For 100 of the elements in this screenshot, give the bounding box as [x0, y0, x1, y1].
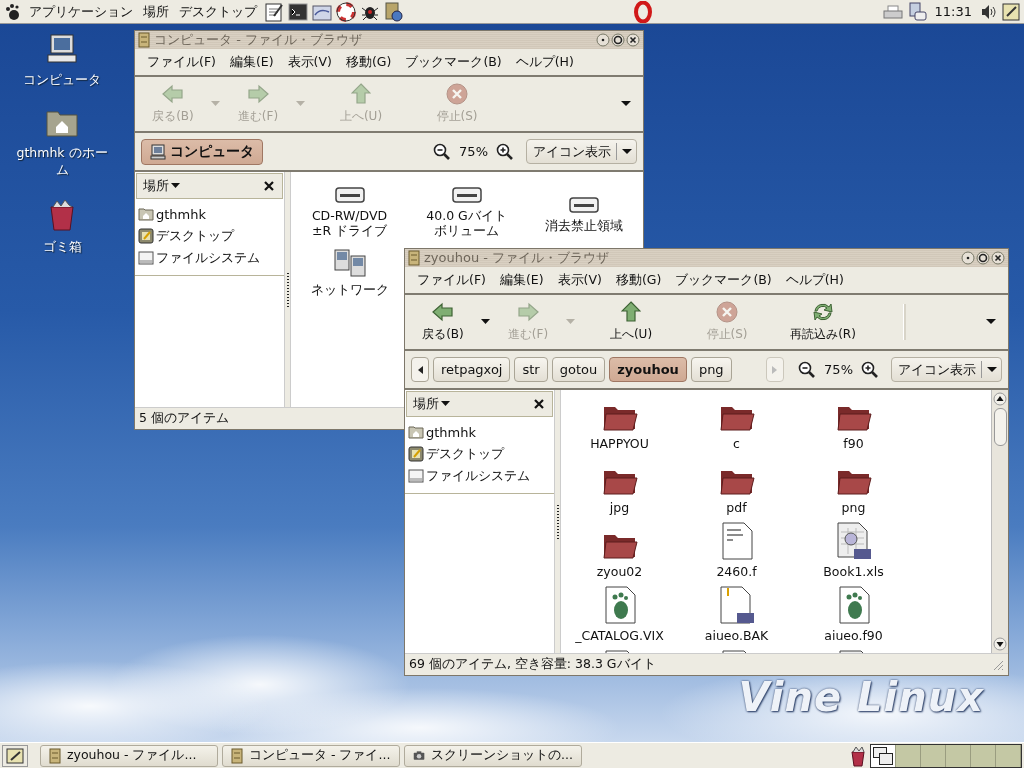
taskbar-button[interactable]: zyouhou - ファイル...	[40, 744, 218, 767]
file-item[interactable]: 2460.f	[678, 524, 795, 584]
menu-item[interactable]: 移動(G)	[339, 51, 398, 73]
sidebar-item[interactable]: ファイルシステム	[135, 247, 284, 269]
panel-menu[interactable]: 場所	[140, 0, 172, 23]
maximize-icon[interactable]	[611, 33, 625, 47]
trash-icon[interactable]	[850, 744, 866, 767]
file-item[interactable]: c	[678, 396, 795, 456]
file-item[interactable]: pdf	[678, 460, 795, 520]
notepad-icon[interactable]	[264, 1, 284, 22]
zoom-in-icon[interactable]	[496, 142, 514, 161]
toolbar-button[interactable]: 戻る(B)	[413, 301, 473, 343]
volume-icon[interactable]	[980, 3, 998, 20]
path-button[interactable]: コンピュータ	[141, 138, 263, 165]
file-item[interactable]: 消去禁止領域	[525, 178, 642, 238]
zoom-level[interactable]: 75%	[455, 144, 492, 159]
menu-item[interactable]: 編集(E)	[223, 51, 280, 73]
resize-grip-icon[interactable]	[992, 658, 1004, 671]
menu-item[interactable]: ファイル(F)	[141, 51, 222, 73]
pencil-note-icon[interactable]	[1002, 2, 1020, 21]
dropdown-caret-icon[interactable]	[481, 319, 490, 325]
sidebar-item[interactable]: デスクトップ	[405, 443, 554, 465]
menu-item[interactable]: 移動(G)	[609, 269, 668, 291]
view-dropdown[interactable]: アイコン表示	[891, 357, 1002, 382]
view-dropdown[interactable]: アイコン表示	[526, 139, 637, 164]
file-item[interactable]: zyou02	[561, 524, 678, 584]
show-desktop-button[interactable]	[2, 744, 28, 767]
scrollbar[interactable]	[991, 390, 1008, 653]
menu-item[interactable]: 表示(V)	[281, 51, 338, 73]
terminal-icon[interactable]	[288, 2, 308, 21]
workspace-switcher[interactable]	[870, 743, 1022, 768]
foot-icon[interactable]	[4, 2, 22, 21]
file-item[interactable]: HAPPYOU	[561, 396, 678, 456]
file-item[interactable]: f90	[795, 396, 912, 456]
sidebar-item-label: ファイルシステム	[156, 249, 260, 267]
close-icon[interactable]	[264, 181, 274, 191]
sidebar-item[interactable]: gthmhk	[135, 203, 284, 225]
path-button[interactable]: retpagxoj	[433, 357, 511, 382]
close-icon[interactable]	[534, 399, 544, 409]
taskbar-button[interactable]: スクリーンショットの...	[404, 744, 582, 767]
file-item[interactable]: aiueo.BAK	[678, 588, 795, 648]
globe-book-icon[interactable]	[384, 1, 404, 22]
menu-item[interactable]: 編集(E)	[493, 269, 550, 291]
overflow-caret-icon[interactable]	[621, 101, 631, 107]
menu-item[interactable]: ブックマーク(B)	[669, 269, 778, 291]
file-item[interactable]: _CATALOG.VIX	[561, 588, 678, 648]
panel-menu[interactable]: デスクトップ	[176, 0, 260, 23]
lifebuoy-icon[interactable]	[336, 1, 356, 22]
title-bar[interactable]: zyouhou - ファイル・ブラウザ	[405, 249, 1008, 267]
network-computer-icon[interactable]	[906, 1, 927, 22]
file-item[interactable]: png	[795, 460, 912, 520]
menu-item[interactable]: 表示(V)	[551, 269, 608, 291]
path-button[interactable]: str	[514, 357, 548, 382]
scroll-up-icon[interactable]	[993, 392, 1007, 406]
window-icon[interactable]	[312, 2, 332, 21]
letter-o-icon[interactable]	[634, 0, 653, 23]
toolbar-button[interactable]: 上へ(U)	[583, 301, 679, 343]
status-text: 69 個のアイテム, 空き容量: 38.3 Gバイト	[409, 656, 656, 673]
dropdown-caret-icon	[171, 183, 180, 189]
zoom-level[interactable]: 75%	[820, 362, 857, 377]
file-name: c	[733, 436, 740, 451]
home-folder-icon[interactable]	[46, 109, 78, 137]
file-item[interactable]: CD-RW/DVD ±R ドライブ	[291, 178, 408, 238]
path-button[interactable]: gotou	[551, 357, 606, 382]
zoom-in-icon[interactable]	[861, 360, 879, 379]
computer-icon[interactable]	[46, 34, 78, 64]
file-item[interactable]: Book1.xls	[795, 524, 912, 584]
menu-item[interactable]: ヘルプ(H)	[779, 269, 850, 291]
file-item[interactable]: aiueo.f90	[795, 588, 912, 648]
taskbar-button[interactable]: コンピュータ - ファイ...	[222, 744, 400, 767]
path-button[interactable]: zyouhou	[609, 357, 687, 382]
toolbar-button[interactable]: 再読込み(R)	[775, 301, 871, 343]
menu-item[interactable]: ブックマーク(B)	[399, 51, 508, 73]
trash-icon[interactable]	[47, 199, 77, 231]
scroll-thumb[interactable]	[993, 408, 1007, 446]
sidebar-dropdown[interactable]: 場所	[143, 177, 180, 195]
sidebar-item[interactable]: デスクトップ	[135, 225, 284, 247]
zoom-out-icon[interactable]	[433, 142, 452, 161]
menu-item[interactable]: ヘルプ(H)	[509, 51, 580, 73]
drive-icon	[334, 186, 365, 204]
menu-item[interactable]: ファイル(F)	[411, 269, 492, 291]
printer-icon[interactable]	[882, 3, 903, 20]
title-bar[interactable]: コンピュータ - ファイル・ブラウザ	[135, 31, 643, 49]
sidebar-dropdown[interactable]: 場所	[413, 395, 450, 413]
panel-menu[interactable]: アプリケーション	[26, 0, 136, 23]
close-icon[interactable]	[991, 251, 1005, 265]
path-button[interactable]: png	[690, 357, 732, 382]
file-item[interactable]: 40.0 Gバイトボリューム	[408, 178, 525, 238]
overflow-caret-icon[interactable]	[986, 319, 996, 325]
scroll-down-icon[interactable]	[993, 637, 1007, 651]
maximize-icon[interactable]	[976, 251, 990, 265]
sidebar-item[interactable]: ファイルシステム	[405, 465, 554, 487]
clock[interactable]: 11:31	[930, 4, 976, 19]
file-item[interactable]: jpg	[561, 460, 678, 520]
scroll-left-button[interactable]	[411, 357, 429, 382]
file-item[interactable]: ネットワーク	[291, 242, 408, 302]
zoom-out-icon[interactable]	[798, 360, 817, 379]
close-icon[interactable]	[626, 33, 640, 47]
sidebar-item[interactable]: gthmhk	[405, 421, 554, 443]
spreadsheet-icon	[835, 522, 872, 560]
